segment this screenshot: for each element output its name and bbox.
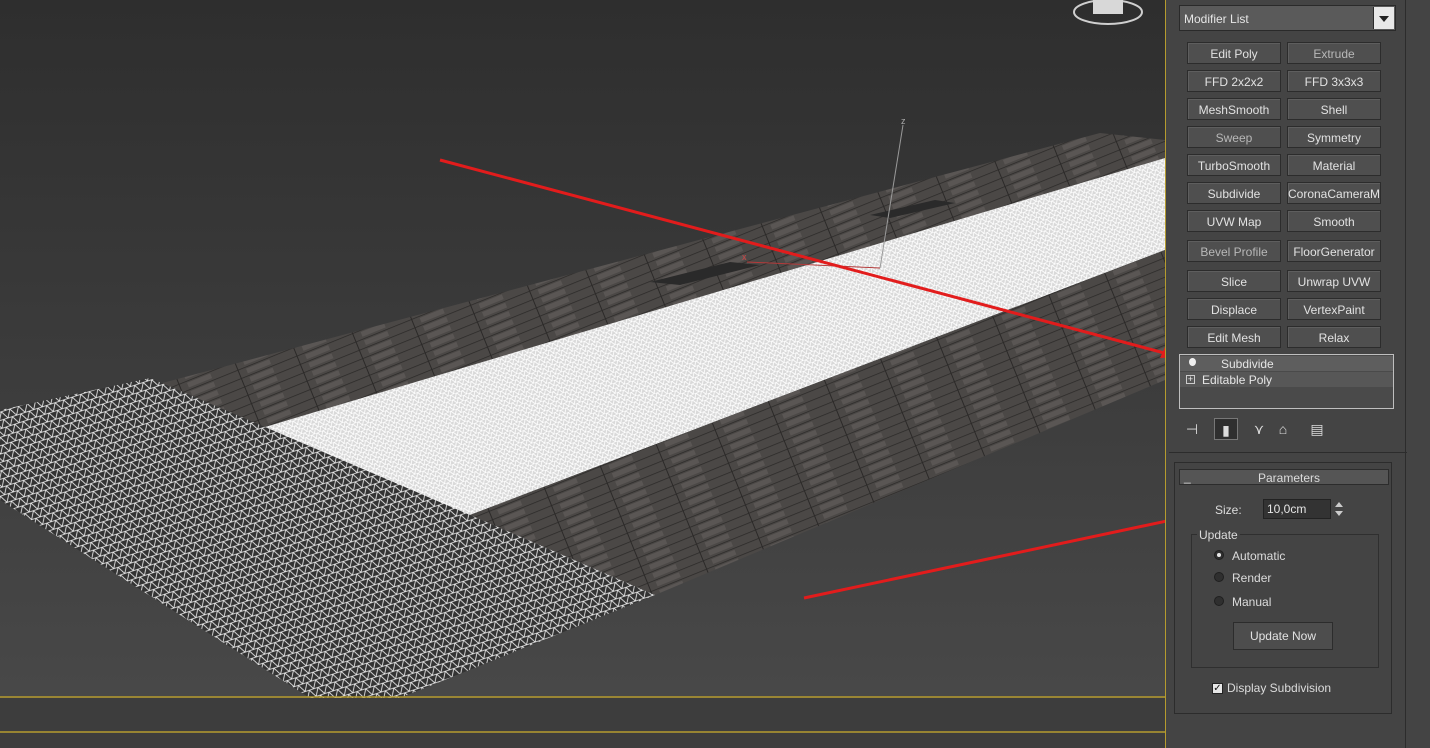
size-spinner[interactable] bbox=[1334, 499, 1344, 519]
display-subdivision-checkbox[interactable]: ✓ bbox=[1212, 683, 1223, 694]
radio-manual[interactable] bbox=[1214, 596, 1224, 606]
modifier-stack[interactable]: Subdivide + Editable Poly bbox=[1179, 354, 1394, 409]
modifier-button-ffd-3x3x3[interactable]: FFD 3x3x3 bbox=[1287, 70, 1381, 92]
modifier-button-uvw-map[interactable]: UVW Map bbox=[1187, 210, 1281, 232]
pin-stack-icon[interactable]: ⊣ bbox=[1181, 418, 1203, 440]
modifier-button-material[interactable]: Material bbox=[1287, 154, 1381, 176]
modifier-list-label: Modifier List bbox=[1184, 12, 1249, 26]
update-now-button[interactable]: Update Now bbox=[1233, 622, 1333, 650]
update-group-label: Update bbox=[1197, 528, 1240, 542]
radio-render[interactable] bbox=[1214, 572, 1224, 582]
3d-viewport[interactable]: z x bbox=[0, 0, 1165, 748]
modifier-button-turbosmooth[interactable]: TurboSmooth bbox=[1187, 154, 1281, 176]
stack-toolbar: ⊣ ▮ ⋎ ⌂ ▤ bbox=[1179, 418, 1409, 440]
configure-modifier-sets-icon[interactable]: ▤ bbox=[1306, 418, 1328, 440]
panel-divider bbox=[1165, 0, 1166, 748]
modifier-button-relax[interactable]: Relax bbox=[1287, 326, 1381, 348]
modifier-button-floorgenerator[interactable]: FloorGenerator bbox=[1287, 240, 1381, 262]
modifier-button-coronacameramod[interactable]: CoronaCameraMod bbox=[1287, 182, 1381, 204]
modifier-button-sweep[interactable]: Sweep bbox=[1187, 126, 1281, 148]
command-panel: Modifier List Edit Poly Extrude FFD 2x2x2 F… bbox=[1165, 0, 1430, 748]
expand-plus-icon[interactable]: + bbox=[1186, 375, 1195, 384]
modifier-button-vertexpaint[interactable]: VertexPaint bbox=[1287, 298, 1381, 320]
modifier-button-subdivide[interactable]: Subdivide bbox=[1187, 182, 1281, 204]
modifier-button-slice[interactable]: Slice bbox=[1187, 270, 1281, 292]
stack-item-label: Editable Poly bbox=[1202, 373, 1273, 387]
make-unique-icon[interactable]: ⋎ bbox=[1249, 418, 1269, 440]
modifier-list-dropdown[interactable]: Modifier List bbox=[1179, 5, 1396, 31]
modifier-button-ffd-2x2x2[interactable]: FFD 2x2x2 bbox=[1187, 70, 1281, 92]
radio-automatic-label: Automatic bbox=[1232, 549, 1286, 563]
radio-automatic[interactable] bbox=[1214, 550, 1224, 560]
size-label: Size: bbox=[1215, 503, 1242, 517]
modifier-button-edit-mesh[interactable]: Edit Mesh bbox=[1187, 326, 1281, 348]
stack-item-subdivide[interactable]: Subdivide bbox=[1180, 356, 1393, 371]
x-axis-label: x bbox=[742, 252, 747, 262]
parameters-rollout: _ Parameters Size: 10,0cm Update Automat… bbox=[1174, 462, 1392, 714]
collapse-icon[interactable]: _ bbox=[1184, 470, 1191, 484]
modifier-button-smooth[interactable]: Smooth bbox=[1287, 210, 1381, 232]
stack-item-editable-poly[interactable]: + Editable Poly bbox=[1180, 372, 1393, 387]
parameters-title: Parameters bbox=[1258, 471, 1321, 485]
remove-modifier-icon[interactable]: ⌂ bbox=[1274, 418, 1292, 440]
viewcube-icon bbox=[1093, 0, 1123, 14]
modifier-button-meshsmooth[interactable]: MeshSmooth bbox=[1187, 98, 1281, 120]
display-subdivision-label: Display Subdivision bbox=[1227, 681, 1332, 695]
modifier-button-extrude[interactable]: Extrude bbox=[1287, 42, 1381, 64]
modifier-button-bevel-profile[interactable]: Bevel Profile bbox=[1187, 240, 1281, 262]
size-input[interactable]: 10,0cm bbox=[1263, 499, 1331, 519]
lightbulb-icon[interactable] bbox=[1189, 358, 1196, 366]
parameters-header[interactable]: _ Parameters bbox=[1179, 469, 1389, 485]
modifier-button-shell[interactable]: Shell bbox=[1287, 98, 1381, 120]
modifier-button-symmetry[interactable]: Symmetry bbox=[1287, 126, 1381, 148]
radio-render-label: Render bbox=[1232, 571, 1272, 585]
show-end-result-icon[interactable]: ▮ bbox=[1214, 418, 1238, 440]
modifier-button-edit-poly[interactable]: Edit Poly bbox=[1187, 42, 1281, 64]
chevron-down-icon[interactable] bbox=[1373, 7, 1394, 29]
modifier-button-displace[interactable]: Displace bbox=[1187, 298, 1281, 320]
stack-item-label: Subdivide bbox=[1221, 357, 1274, 371]
z-axis-label: z bbox=[901, 116, 906, 126]
viewport-canvas: z x bbox=[0, 0, 1165, 748]
radio-manual-label: Manual bbox=[1232, 595, 1272, 609]
modifier-button-unwrap-uvw[interactable]: Unwrap UVW bbox=[1287, 270, 1381, 292]
